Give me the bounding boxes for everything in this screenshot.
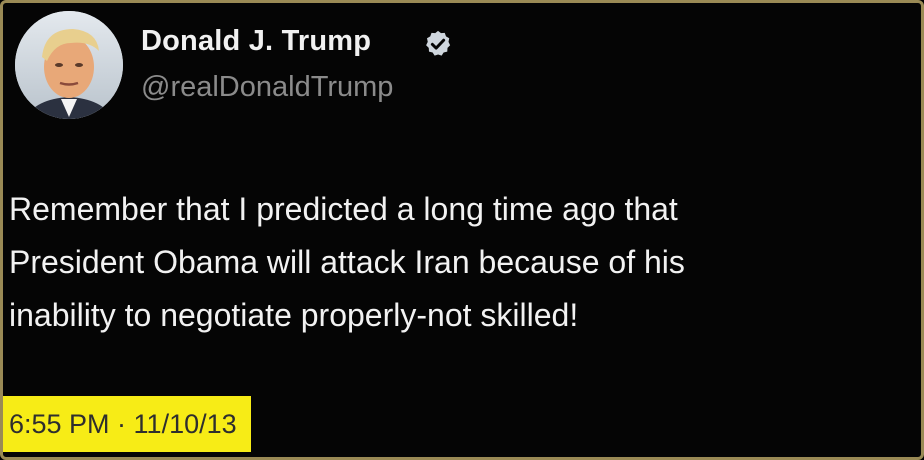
user-handle[interactable]: @realDonaldTrump	[141, 71, 393, 104]
tweet-text-line: Remember that I predicted a long time ag…	[9, 191, 678, 227]
avatar-image	[15, 11, 123, 119]
tweet-text-line: inability to negotiate properly-not skil…	[9, 297, 579, 333]
tweet-card: Donald J. Trump @realDonaldTrump Remembe…	[0, 0, 924, 460]
tweet-text: Remember that I predicted a long time ag…	[9, 183, 909, 342]
tweet-timestamp[interactable]: 6:55 PM · 11/10/13	[3, 396, 251, 452]
verified-badge-icon	[426, 30, 451, 56]
display-name[interactable]: Donald J. Trump	[141, 25, 371, 58]
tweet-text-line: President Obama will attack Iran because…	[9, 244, 685, 280]
avatar[interactable]	[15, 11, 123, 119]
